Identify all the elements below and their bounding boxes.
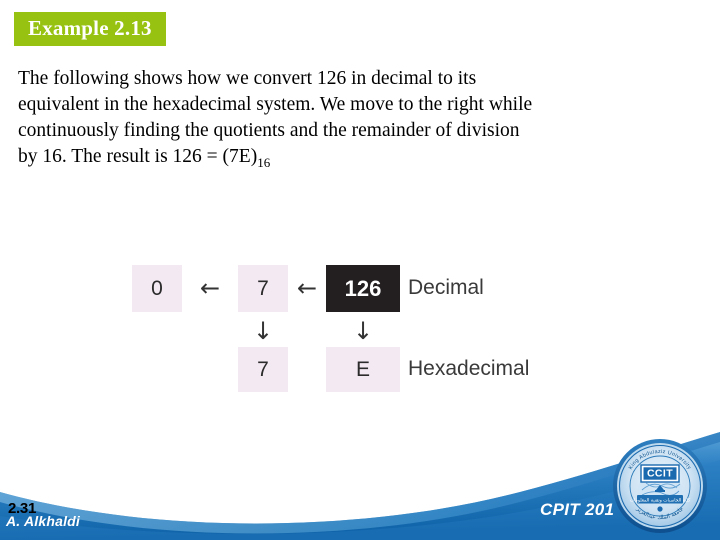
slide-canvas: Example 2.13 The following shows how we … <box>0 0 720 540</box>
body-paragraph: The following shows how we convert 126 i… <box>18 66 642 170</box>
author-name: A. Alkhaldi <box>6 513 81 529</box>
diagram-label-hexadecimal: Hexadecimal <box>408 357 530 380</box>
body-line-4-main: by 16. The result is 126 = (7E) <box>18 146 258 167</box>
diagram-cell-quotient-seven: 7 <box>238 265 288 312</box>
body-line-1: The following shows how we convert 126 i… <box>18 68 477 89</box>
left-arrow-icon: ← <box>296 274 318 302</box>
seal-acronym: CCIT <box>647 468 673 480</box>
diagram-cell-quotient-zero: 0 <box>132 265 182 312</box>
diagram-cell-source-value: 126 <box>326 265 400 312</box>
hex-base-subscript: 16 <box>257 154 271 170</box>
body-line-3: continuously finding the quotients and t… <box>18 120 520 141</box>
down-arrow-icon: ↓ <box>252 317 274 345</box>
left-arrow-icon: ← <box>199 274 221 302</box>
diagram-cell-remainder-seven: 7 <box>238 347 288 392</box>
slide-title-banner: Example 2.13 <box>14 12 166 46</box>
seal-banner-text: كلية الحاسبات وتقنية المعلومات <box>630 497 691 503</box>
down-arrow-icon: ↓ <box>352 317 374 345</box>
diagram-cell-remainder-e: E <box>326 347 400 392</box>
course-code: CPIT 201 <box>540 500 615 519</box>
body-line-4: by 16. The result is 126 = (7E)16 <box>18 144 642 170</box>
body-line-2: equivalent in the hexadecimal system. We… <box>18 94 533 115</box>
diagram-label-decimal: Decimal <box>408 276 484 299</box>
university-seal-logo: King Abdulaziz University جامعة الملك عب… <box>613 439 707 533</box>
